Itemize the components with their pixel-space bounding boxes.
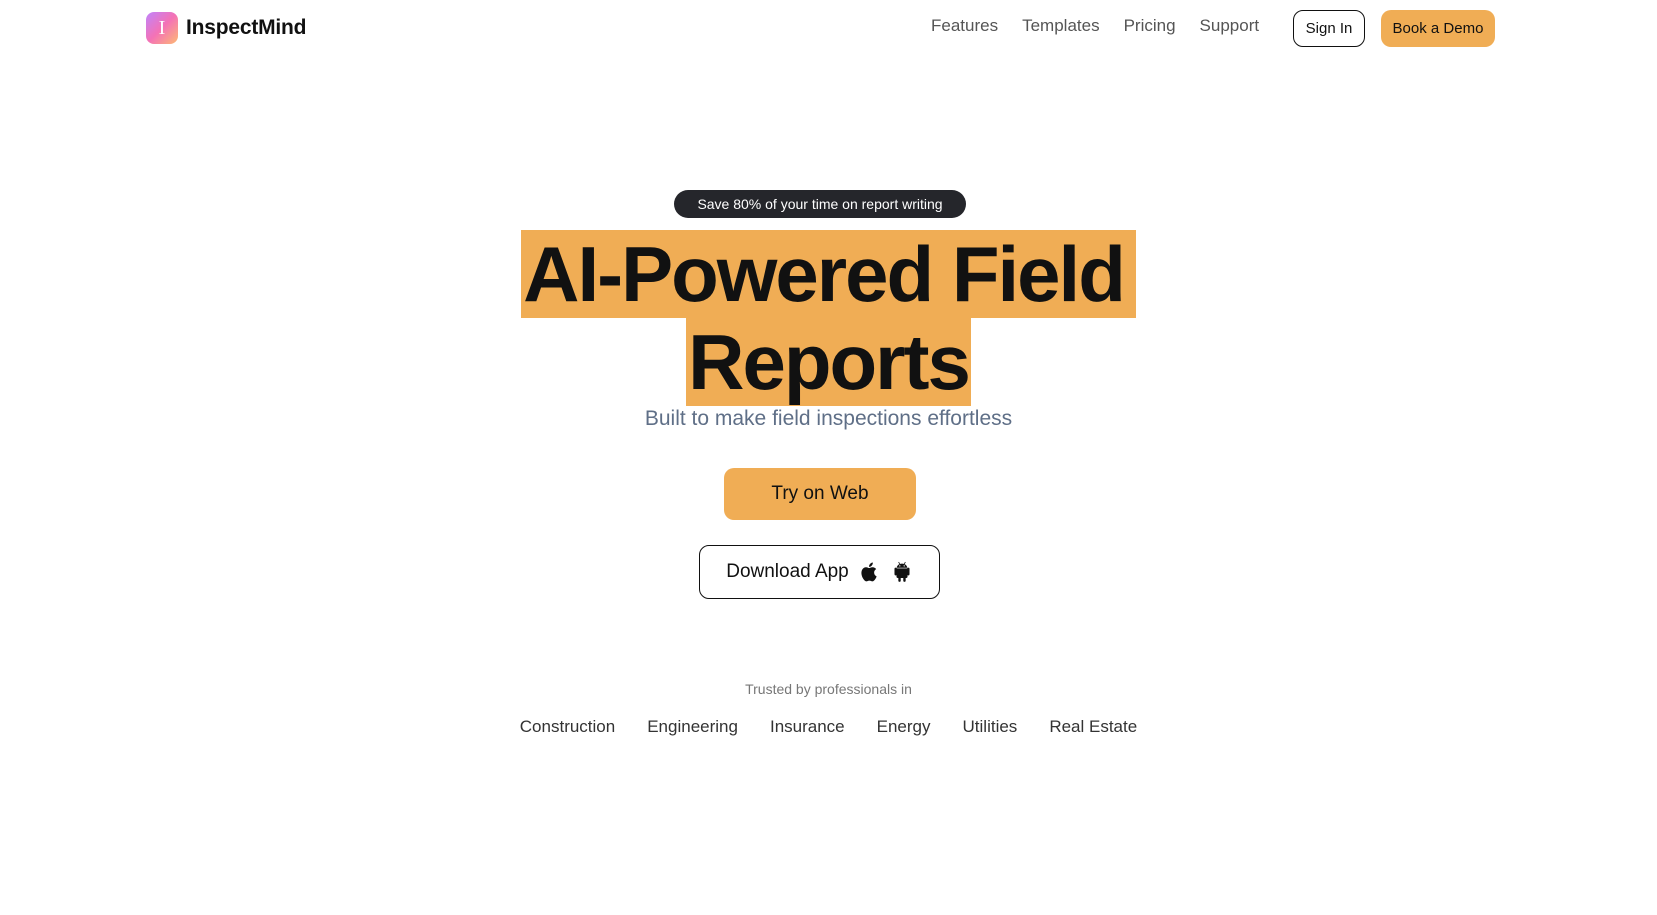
download-app-button[interactable]: Download App bbox=[699, 545, 940, 599]
nav-link-features[interactable]: Features bbox=[931, 16, 998, 36]
sign-in-button[interactable]: Sign In bbox=[1293, 10, 1365, 47]
hero-title: AI-Powered Field Reports bbox=[0, 230, 1657, 406]
time-savings-badge: Save 80% of your time on report writing bbox=[674, 190, 966, 218]
industry-insurance: Insurance bbox=[769, 717, 845, 736]
hero-title-line-2: Reports bbox=[686, 318, 971, 406]
nav-link-templates[interactable]: Templates bbox=[1022, 16, 1099, 36]
apple-icon bbox=[859, 560, 881, 584]
logo-icon: I bbox=[146, 12, 178, 44]
industry-energy: Energy bbox=[876, 717, 931, 736]
android-icon bbox=[891, 560, 913, 584]
nav-link-pricing[interactable]: Pricing bbox=[1124, 16, 1176, 36]
hero-title-line-1: AI-Powered Field bbox=[521, 230, 1136, 318]
industry-construction: Construction bbox=[519, 717, 616, 736]
brand-logo[interactable]: I InspectMind bbox=[146, 12, 307, 44]
download-app-label: Download App bbox=[726, 561, 849, 582]
hero-subtitle: Built to make field inspections effortle… bbox=[644, 407, 1013, 430]
book-demo-button[interactable]: Book a Demo bbox=[1381, 10, 1495, 47]
site-header: I InspectMind Features Templates Pricing… bbox=[0, 0, 1657, 56]
try-on-web-button[interactable]: Try on Web bbox=[724, 468, 916, 520]
nav-link-support[interactable]: Support bbox=[1200, 16, 1260, 36]
trusted-by-label: Trusted by professionals in bbox=[745, 681, 912, 697]
industry-real-estate: Real Estate bbox=[1049, 717, 1138, 736]
brand-name: InspectMind bbox=[186, 16, 307, 39]
industry-engineering: Engineering bbox=[647, 717, 738, 736]
main-nav: Features Templates Pricing Support bbox=[931, 16, 1259, 36]
industry-list: Construction Engineering Insurance Energ… bbox=[0, 717, 1657, 737]
industry-utilities: Utilities bbox=[962, 717, 1018, 736]
